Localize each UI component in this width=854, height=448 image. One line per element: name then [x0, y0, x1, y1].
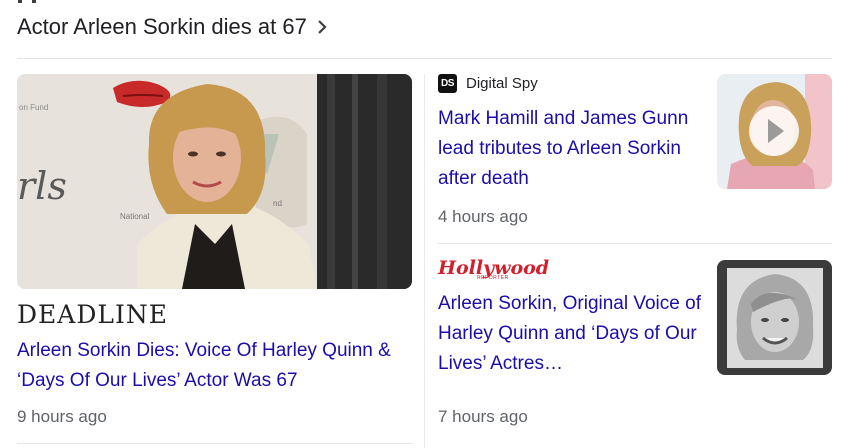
divider: [438, 243, 832, 244]
source-deadline-logo: DEADLINE: [17, 300, 168, 329]
backdrop-text: nd: [273, 199, 282, 208]
divider: [17, 443, 412, 444]
scrolled-content-fragment: [18, 0, 48, 3]
hero-article-link[interactable]: Arleen Sorkin Dies: Voice Of Harley Quin…: [17, 336, 417, 396]
video-thumbnail[interactable]: [717, 74, 832, 189]
chevron-right-icon: [317, 20, 331, 34]
backdrop-text: National: [120, 212, 150, 221]
source-digital-spy: DS Digital Spy: [438, 74, 538, 93]
backdrop-text: on Fund: [19, 103, 48, 112]
digital-spy-logo-icon: DS: [438, 74, 457, 93]
hero-image[interactable]: on Fund rls National nd: [17, 74, 412, 289]
article-link[interactable]: Mark Hamill and James Gunn lead tributes…: [438, 104, 706, 194]
hollywood-reporter-logo-sub: REPORTER: [477, 275, 509, 281]
column-divider: [424, 74, 425, 448]
source-name: Digital Spy: [466, 75, 538, 92]
divider: [17, 58, 832, 59]
article-timestamp: 7 hours ago: [438, 407, 528, 426]
article-timestamp: 4 hours ago: [438, 207, 528, 226]
article-thumbnail[interactable]: [717, 260, 832, 375]
hero-timestamp: 9 hours ago: [17, 407, 107, 426]
backdrop-text: rls: [17, 164, 67, 208]
article-link[interactable]: Arleen Sorkin, Original Voice of Harley …: [438, 289, 706, 379]
story-title: Actor Arleen Sorkin dies at 67: [17, 14, 307, 39]
story-header[interactable]: Actor Arleen Sorkin dies at 67: [17, 12, 331, 42]
